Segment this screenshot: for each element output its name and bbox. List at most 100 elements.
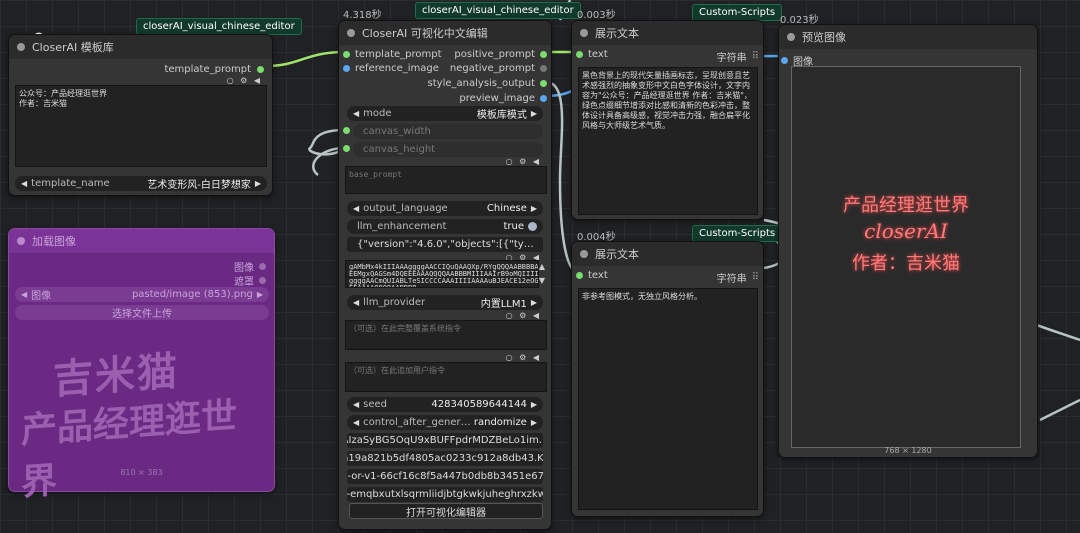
show-text-2-header[interactable]: 展示文本 [572, 242, 763, 266]
load-image-header[interactable]: 加载图像 [9, 229, 274, 253]
chevron-left-icon[interactable]: ◀ [353, 418, 359, 427]
chevron-left-icon[interactable]: ◀ [21, 290, 27, 299]
llm-enhancement-value: true [503, 221, 524, 232]
output-slot-dot[interactable] [257, 66, 264, 73]
chevron-right-icon[interactable]: ▶ [255, 179, 261, 188]
chevron-right-icon[interactable]: ▶ [531, 298, 537, 307]
output-language-value: Chinese [486, 203, 527, 214]
input-slot-dot[interactable] [343, 65, 350, 72]
output-slot-dot[interactable] [540, 51, 547, 58]
seed-input[interactable]: ◀ seed 428340589644144 ▶ [347, 397, 543, 412]
chevron-right-icon[interactable]: ▶ [531, 418, 537, 427]
json-state-value: {"version":"4.6.0","objects":[{"type":"r… [357, 239, 537, 250]
show-text-1-header[interactable]: 展示文本 [572, 21, 763, 45]
user-prompt-input[interactable]: （可选）在此追加用户指令 [345, 362, 547, 392]
loaded-image-line2: 产品经理逛世界 [21, 395, 238, 504]
canvas-height-input[interactable]: canvas_height [353, 142, 543, 157]
canvas-height-slot[interactable] [343, 145, 350, 152]
system-prompt-input[interactable]: （可选）在此完整覆盖系统指令 [345, 320, 547, 350]
output-language-label: output_language [363, 203, 448, 214]
node-collapse-dot[interactable] [787, 33, 795, 41]
output-slot-dot[interactable] [540, 65, 547, 72]
json-state-field[interactable]: {"version":"4.6.0","objects":[{"type":"r… [347, 237, 543, 252]
api-key-field-1[interactable]: AIzaSyBG5OqU9xBUFFpdrMDZBeLo1im... [347, 433, 543, 448]
output-mask[interactable]: 遮罩 [234, 273, 266, 288]
grid-handle-icon[interactable]: ⠿ [752, 272, 759, 283]
scroll-down-icon[interactable]: ▼ [539, 276, 545, 285]
canvas-width-slot[interactable] [343, 127, 350, 134]
base-prompt-input[interactable]: base_prompt [345, 166, 547, 194]
template-node-header[interactable]: CloserAI 模板库 [9, 35, 272, 59]
llm-provider-select[interactable]: ◀ llm_provider 内置LLM1 ▶ [347, 295, 543, 310]
output-slot-dot[interactable] [540, 80, 547, 87]
widget-icons[interactable]: ○ ⚙ ◀ [506, 353, 541, 362]
node-collapse-dot[interactable] [580, 250, 588, 258]
show-text-1-input[interactable]: text [576, 49, 608, 60]
show-text-node-1[interactable]: 展示文本 text 字符串 ⠿ 黑色背景上的现代矢量插画标志，呈现创意且艺术感强… [571, 20, 764, 220]
node-collapse-dot[interactable] [17, 237, 25, 245]
api-key-field-2[interactable]: ca19a821b5df4805ac0233c912a8db43.K... [347, 451, 543, 466]
chevron-left-icon[interactable]: ◀ [21, 179, 27, 188]
preview-header[interactable]: 预览图像 [779, 25, 1037, 49]
output-negative-prompt[interactable]: negative_prompt [450, 63, 547, 74]
chevron-left-icon[interactable]: ◀ [353, 400, 359, 409]
load-image-node[interactable]: 加载图像 图像 遮罩 ◀ 图像 pasted/image (853).png ▶… [8, 228, 275, 504]
control-after-generate-select[interactable]: ◀ control_after_generate randomize ▶ [347, 415, 543, 430]
input-slot-dot[interactable] [576, 272, 583, 279]
output-positive-prompt[interactable]: positive_prompt [454, 49, 547, 60]
preview-image-node[interactable]: 预览图像 图像 产品经理逛世界 closerAI 作者：吉米猫 768 × 12… [778, 24, 1038, 458]
chevron-right-icon[interactable]: ▶ [531, 109, 537, 118]
show-text-2-content[interactable]: 非参考图模式，无独立风格分析。 [578, 288, 758, 510]
chevron-right-icon[interactable]: ▶ [257, 290, 263, 299]
widget-icons[interactable]: ○ ⚙ ◀ [506, 157, 541, 166]
editor-node-header[interactable]: CloserAI 可视化中文编辑 [339, 21, 551, 45]
chevron-left-icon[interactable]: ◀ [353, 109, 359, 118]
input-slot-dot[interactable] [781, 57, 788, 64]
output-slot-dot[interactable] [259, 277, 266, 284]
output-language-select[interactable]: ◀ output_language Chinese ▶ [347, 201, 543, 216]
input-slot-dot[interactable] [343, 51, 350, 58]
node-collapse-dot[interactable] [347, 29, 355, 37]
toggle-knob-icon[interactable] [528, 222, 537, 231]
image-select[interactable]: ◀ 图像 pasted/image (853).png ▶ [15, 287, 269, 302]
seed-label: seed [363, 399, 388, 410]
upload-button[interactable]: 选择文件上传 [15, 305, 269, 320]
template-name-select[interactable]: ◀ template_name 艺术变形风-白日梦想家 ▶ [15, 176, 267, 191]
show-text-1-output[interactable]: 字符串 ⠿ [717, 49, 759, 64]
widget-icons[interactable]: ○ ⚙ ◀ [506, 311, 541, 320]
api-key-field-3[interactable]: sk-or-v1-66cf16c8f5a447b0db8b3451e67... [347, 469, 543, 484]
open-visual-editor-button[interactable]: 打开可视化编辑器 [349, 503, 543, 519]
mode-select[interactable]: ◀ mode 模板库模式 ▶ [347, 106, 543, 121]
output-slot-dot[interactable] [540, 95, 547, 102]
preview-image[interactable]: 产品经理逛世界 closerAI 作者：吉米猫 [791, 66, 1021, 448]
input-template-prompt[interactable]: template_prompt [343, 49, 442, 60]
show-text-node-2[interactable]: 展示文本 text 字符串 ⠿ 非参考图模式，无独立风格分析。 [571, 241, 764, 517]
chevron-left-icon[interactable]: ◀ [353, 298, 359, 307]
grid-handle-icon[interactable]: ⠿ [752, 51, 759, 62]
show-text-2-output[interactable]: 字符串 ⠿ [717, 270, 759, 285]
scroll-up-icon[interactable]: ▲ [539, 262, 545, 271]
chevron-left-icon[interactable]: ◀ [353, 204, 359, 213]
api-key-field-4[interactable]: sk-emqbxutxlsqrmliidjbtgkwkjuheghrxzkw..… [347, 487, 543, 502]
node-collapse-dot[interactable] [580, 29, 588, 37]
chevron-right-icon[interactable]: ▶ [531, 204, 537, 213]
chevron-right-icon[interactable]: ▶ [531, 400, 537, 409]
node-collapse-dot[interactable] [17, 43, 25, 51]
widget-icons[interactable]: ○ ⚙ ◀ [227, 76, 262, 85]
show-text-2-input[interactable]: text [576, 270, 608, 281]
canvas-width-input[interactable]: canvas_width [353, 124, 543, 139]
input-slot-dot[interactable] [576, 51, 583, 58]
control-label: control_after_generate [363, 417, 474, 428]
output-image[interactable]: 图像 [234, 259, 266, 274]
output-preview-image[interactable]: preview_image [459, 93, 547, 104]
visual-editor-node[interactable]: CloserAI 可视化中文编辑 template_prompt referen… [338, 20, 552, 530]
template-text-area[interactable]: 公众号：产品经理逛世界 作者：吉米猫 [15, 85, 267, 167]
show-text-1-content[interactable]: 黑色背景上的现代矢量插画标志，呈现创意且艺术感强烈的抽象变形中文白色字体设计，文… [578, 67, 758, 215]
output-template-prompt[interactable]: template_prompt [164, 64, 264, 75]
llm-enhancement-toggle[interactable]: llm_enhancement true [347, 219, 543, 234]
input-reference-image[interactable]: reference_image [343, 63, 439, 74]
template-library-node[interactable]: CloserAI 模板库 template_prompt ○ ⚙ ◀ 公众号：产… [8, 34, 273, 196]
output-style-analysis[interactable]: style_analysis_output [428, 78, 547, 89]
output-slot-dot[interactable] [259, 263, 266, 270]
image-data-textarea[interactable]: gAMbMx4kIIIAAAggggAACCIQuQAAQXp/RYgQQQAA… [345, 260, 539, 288]
